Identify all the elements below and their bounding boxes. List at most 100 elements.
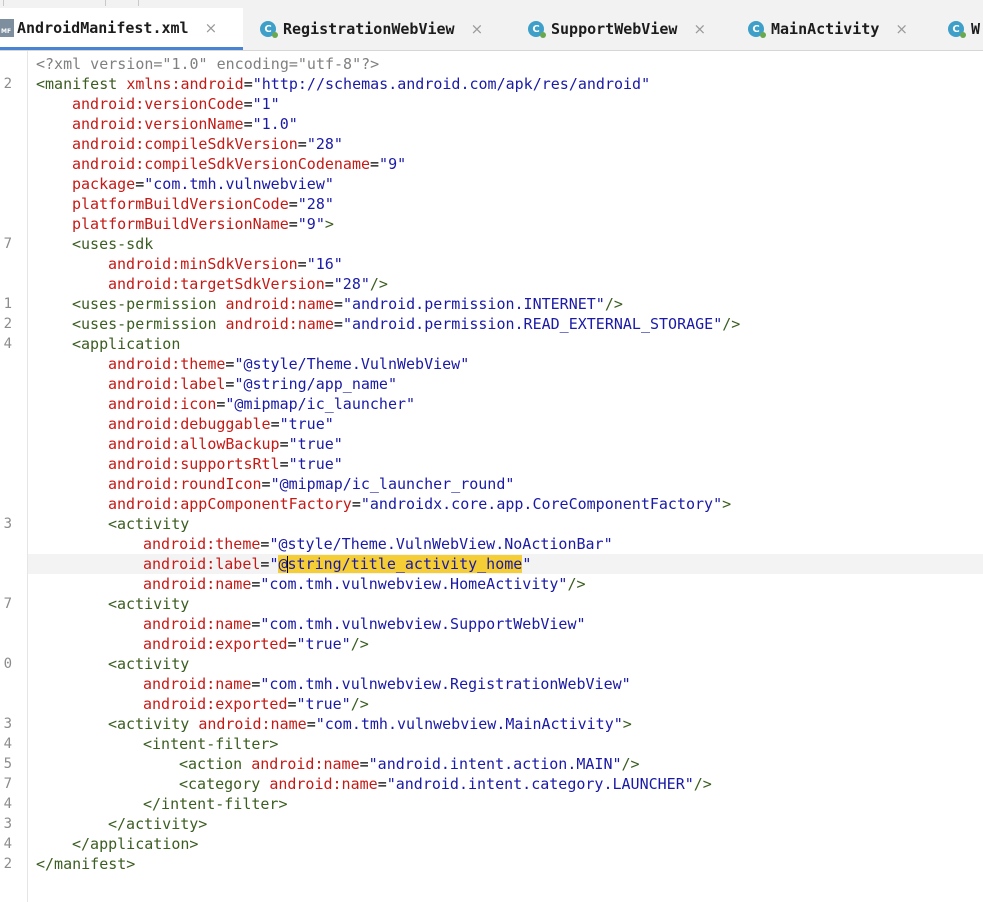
xml-tag: /> bbox=[621, 755, 640, 773]
code-line: package="com.tmh.vulnwebview" bbox=[28, 174, 983, 194]
xml-attr: android:debuggable bbox=[108, 415, 271, 433]
code-line: android:name="com.tmh.vulnwebview.Suppor… bbox=[28, 614, 983, 634]
tab-android-manifest[interactable]: MF AndroidManifest.xml × bbox=[0, 8, 243, 50]
code-editor[interactable]: <?xml version="1.0" encoding="utf-8"?> <… bbox=[28, 54, 983, 902]
code-line: android:label="@string/app_name" bbox=[28, 374, 983, 394]
xml-eq: = bbox=[370, 155, 380, 173]
close-icon[interactable]: × bbox=[471, 20, 484, 38]
xml-tag: <activity bbox=[108, 595, 190, 613]
xml-value: "com.tmh.vulnwebview.RegistrationWebView… bbox=[260, 675, 631, 693]
xml-eq: = bbox=[287, 635, 297, 653]
line-number: 0 bbox=[3, 656, 12, 672]
xml-eq: = bbox=[359, 755, 369, 773]
xml-value: "com.tmh.vulnwebview.MainActivity" bbox=[315, 715, 623, 733]
code-line: <application bbox=[28, 334, 983, 354]
xml-eq: = bbox=[288, 195, 298, 213]
xml-tag: <application bbox=[72, 335, 181, 353]
code-line: </application> bbox=[28, 834, 983, 854]
code-line: <manifest xmlns:android="http://schemas.… bbox=[28, 74, 983, 94]
code-line: <activity bbox=[28, 654, 983, 674]
java-class-icon: C bbox=[948, 21, 966, 38]
code-line: android:allowBackup="true" bbox=[28, 434, 983, 454]
code-line: android:supportsRtl="true" bbox=[28, 454, 983, 474]
xml-tag: <uses-permission bbox=[72, 315, 217, 333]
line-number: 7 bbox=[3, 596, 12, 612]
xml-eq: = bbox=[288, 215, 298, 233]
xml-value: "9" bbox=[297, 215, 325, 233]
line-number: 2 bbox=[3, 856, 12, 872]
xml-attr: android:name bbox=[251, 755, 360, 773]
tab-label: AndroidManifest.xml bbox=[17, 18, 189, 37]
xml-tag: </manifest> bbox=[36, 855, 136, 873]
xml-value: "androidx.core.app.CoreComponentFactory" bbox=[360, 495, 723, 513]
xml-declaration: <?xml version="1.0" encoding="utf-8"?> bbox=[36, 55, 380, 73]
xml-tag: /> bbox=[369, 275, 388, 293]
line-number: 4 bbox=[3, 736, 12, 752]
xml-value: "android.intent.category.LAUNCHER" bbox=[386, 775, 694, 793]
xml-attr: android:label bbox=[108, 375, 226, 393]
code-line: android:compileSdkVersionCodename="9" bbox=[28, 154, 983, 174]
xml-value: " bbox=[522, 555, 532, 573]
xml-attr: android:supportsRtl bbox=[108, 455, 280, 473]
xml-eq: = bbox=[261, 475, 271, 493]
xml-attr: android:name bbox=[269, 775, 378, 793]
code-line: android:exported="true"/> bbox=[28, 634, 983, 654]
java-class-icon: C bbox=[260, 21, 278, 38]
xml-tag: /> bbox=[350, 635, 369, 653]
xml-attr: android:label bbox=[143, 555, 261, 573]
xml-attr: android:versionName bbox=[72, 115, 244, 133]
xml-attr: android:roundIcon bbox=[108, 475, 262, 493]
xml-attr: package bbox=[72, 175, 136, 193]
tab-main-activity[interactable]: C MainActivity × bbox=[748, 8, 908, 50]
xml-value: "android.intent.action.MAIN" bbox=[368, 755, 622, 773]
xml-eq: = bbox=[297, 255, 307, 273]
xml-tag: /> bbox=[693, 775, 712, 793]
xml-value: "android.permission.READ_EXTERNAL_STORAG… bbox=[342, 315, 723, 333]
close-icon[interactable]: × bbox=[205, 19, 218, 37]
line-number: 7 bbox=[3, 776, 12, 792]
line-number: 1 bbox=[3, 296, 12, 312]
code-line: android:theme="@style/Theme.VulnWebView.… bbox=[28, 534, 983, 554]
xml-eq: = bbox=[135, 175, 145, 193]
code-line: <intent-filter> bbox=[28, 734, 983, 754]
xml-value: "1" bbox=[252, 95, 280, 113]
xml-attr: android:theme bbox=[108, 355, 226, 373]
xml-attr: android:name bbox=[143, 575, 252, 593]
xml-eq: = bbox=[243, 75, 253, 93]
xml-value: "28" bbox=[333, 275, 370, 293]
xml-value: "@style/Theme.VulnWebView" bbox=[234, 355, 470, 373]
line-number: 4 bbox=[3, 336, 12, 352]
xml-attr: android:exported bbox=[143, 635, 288, 653]
xml-attr: android:name bbox=[198, 715, 307, 733]
tab-support-webview[interactable]: C SupportWebView × bbox=[528, 8, 706, 50]
xml-tag: > bbox=[722, 495, 732, 513]
close-icon[interactable]: × bbox=[895, 20, 908, 38]
xml-attr: android:compileSdkVersion bbox=[72, 135, 298, 153]
code-line: platformBuildVersionName="9"> bbox=[28, 214, 983, 234]
xml-tag: <intent-filter> bbox=[143, 735, 279, 753]
xml-attr: platformBuildVersionName bbox=[72, 215, 289, 233]
xml-attr: platformBuildVersionCode bbox=[72, 195, 289, 213]
code-line: android:exported="true"/> bbox=[28, 694, 983, 714]
tab-label: SupportWebView bbox=[551, 20, 678, 38]
title-strip bbox=[0, 0, 983, 8]
code-line: android:name="com.tmh.vulnwebview.HomeAc… bbox=[28, 574, 983, 594]
code-line: android:name="com.tmh.vulnwebview.Regist… bbox=[28, 674, 983, 694]
line-number: 5 bbox=[3, 756, 12, 772]
xml-tag: > bbox=[324, 215, 334, 233]
xml-eq: = bbox=[324, 275, 334, 293]
xml-tag: /> bbox=[604, 295, 623, 313]
tab-registration-webview[interactable]: C RegistrationWebView × bbox=[260, 8, 483, 50]
editor-tab-bar: MF AndroidManifest.xml × C RegistrationW… bbox=[0, 8, 983, 51]
xml-tag: <activity bbox=[108, 515, 190, 533]
java-class-icon: C bbox=[748, 21, 766, 38]
xml-eq: = bbox=[270, 415, 280, 433]
line-number: 3 bbox=[3, 816, 12, 832]
code-line: <?xml version="1.0" encoding="utf-8"?> bbox=[28, 54, 983, 74]
code-line: <activity android:name="com.tmh.vulnwebv… bbox=[28, 714, 983, 734]
xml-value: "com.tmh.vulnwebview" bbox=[144, 175, 334, 193]
close-icon[interactable]: × bbox=[693, 20, 706, 38]
line-number: 4 bbox=[3, 836, 12, 852]
xml-value: "16" bbox=[306, 255, 343, 273]
tab-overflow[interactable]: C W bbox=[948, 8, 980, 50]
